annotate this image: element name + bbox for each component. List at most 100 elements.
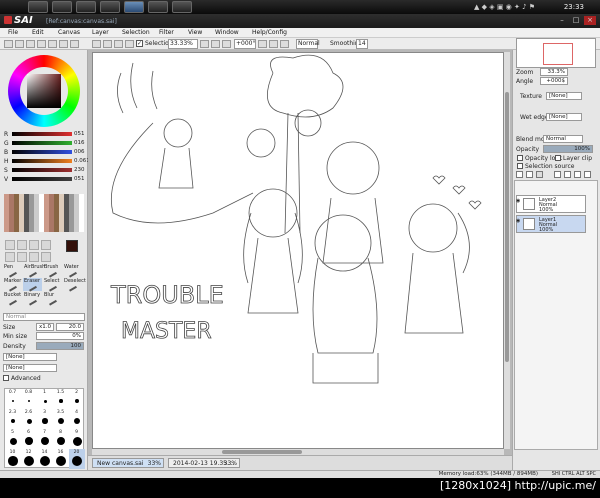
tool-bucket[interactable]: Bucket bbox=[3, 292, 22, 306]
magic-wand-icon[interactable] bbox=[29, 240, 39, 250]
maximize-icon[interactable]: □ bbox=[570, 16, 582, 25]
tool-water[interactable]: Water bbox=[63, 264, 82, 278]
slider-v-value[interactable]: 051 bbox=[74, 176, 85, 182]
tool-deselect[interactable]: Deselect bbox=[63, 278, 86, 292]
menu-file[interactable]: File bbox=[8, 29, 18, 36]
slider-r-value[interactable]: 051 bbox=[74, 131, 85, 137]
slider-v-track[interactable] bbox=[12, 177, 72, 181]
tool-airbrush[interactable]: AirBrush bbox=[23, 264, 45, 278]
tray-icons[interactable]: ▲ ◆ ◈ ▣ ◉ ✦ ♪ ⚑ bbox=[474, 3, 535, 11]
rotate-icon[interactable] bbox=[17, 252, 27, 262]
taskbar-app-4[interactable] bbox=[100, 1, 120, 13]
close-icon[interactable]: × bbox=[584, 16, 596, 25]
rect-select-icon[interactable] bbox=[5, 240, 15, 250]
drawing-canvas[interactable]: TROUBLE MASTER bbox=[92, 52, 504, 449]
blend-mode-select[interactable]: Normal bbox=[543, 135, 583, 143]
texture-select-1[interactable]: [None] bbox=[3, 353, 57, 361]
brush-size-cell[interactable]: 5 bbox=[5, 429, 21, 449]
new-layer-icon[interactable] bbox=[516, 171, 523, 178]
tool-pen[interactable]: Pen bbox=[3, 264, 22, 278]
brush-size-cell[interactable]: 14 bbox=[37, 449, 53, 469]
menu-filter[interactable]: Filter bbox=[159, 29, 174, 36]
blend-select[interactable]: Normal bbox=[296, 39, 320, 49]
brush-size-cell[interactable]: 20 bbox=[69, 449, 85, 469]
color-swatches[interactable] bbox=[4, 194, 84, 232]
move-icon[interactable] bbox=[41, 240, 51, 250]
canvas-vertical-scrollbar[interactable] bbox=[504, 52, 510, 449]
angle-field[interactable]: +000° bbox=[234, 39, 256, 49]
brush-size-cell[interactable]: 3.5 bbox=[53, 409, 69, 429]
new-linework-layer-icon[interactable] bbox=[526, 171, 533, 178]
canvas-tab[interactable]: New canvas.sai 33% bbox=[92, 458, 164, 468]
menu-edit[interactable]: Edit bbox=[32, 29, 44, 36]
scrollbar-thumb[interactable] bbox=[222, 450, 302, 454]
slider-s-value[interactable]: 230 bbox=[74, 167, 85, 173]
taskbar-app-sai[interactable] bbox=[124, 1, 144, 13]
size-field[interactable]: 20.0 bbox=[56, 323, 84, 331]
brush-size-cell[interactable]: 3 bbox=[37, 409, 53, 429]
rotate-reset-icon[interactable] bbox=[280, 40, 289, 48]
clear-layer-icon[interactable] bbox=[574, 171, 581, 178]
menu-view[interactable]: View bbox=[188, 29, 202, 36]
brush-size-cell[interactable]: 8 bbox=[53, 429, 69, 449]
brush-size-cell[interactable]: 7 bbox=[37, 429, 53, 449]
layer-texture-select[interactable]: [None] bbox=[546, 92, 582, 100]
brush-size-cell[interactable]: 9 bbox=[69, 429, 85, 449]
saturation-value-square[interactable] bbox=[27, 74, 61, 108]
brush-size-cell[interactable]: 0.8 bbox=[21, 389, 37, 409]
menu-help-config[interactable]: Help/Config bbox=[252, 29, 287, 36]
zoom-in-icon[interactable] bbox=[211, 40, 220, 48]
delete-layer-icon[interactable] bbox=[584, 171, 591, 178]
size-multiplier[interactable]: x1.0 bbox=[36, 323, 54, 331]
slider-h-track[interactable] bbox=[12, 159, 72, 163]
brush-size-cell[interactable]: 16 bbox=[53, 449, 69, 469]
min-size-field[interactable]: 0% bbox=[36, 332, 84, 340]
slider-b-track[interactable] bbox=[12, 150, 72, 154]
density-field[interactable]: 100 bbox=[36, 342, 84, 350]
layer-item[interactable]: ◉ Layer2 Normal 100% bbox=[516, 195, 586, 213]
tool-eraser[interactable]: Eraser bbox=[23, 278, 42, 292]
brush-size-cell[interactable]: 12 bbox=[21, 449, 37, 469]
taskbar-app-3[interactable] bbox=[76, 1, 96, 13]
opacity-field[interactable]: 100% bbox=[543, 145, 593, 153]
taskbar-app-2[interactable] bbox=[52, 1, 72, 13]
layer-visibility-icon[interactable]: ◉ bbox=[516, 218, 521, 224]
deselect-icon[interactable] bbox=[114, 40, 123, 48]
menu-window[interactable]: Window bbox=[215, 29, 239, 36]
layer-visibility-icon[interactable]: ◉ bbox=[516, 198, 521, 204]
slider-s-track[interactable] bbox=[12, 168, 72, 172]
tool-blur[interactable]: Blur bbox=[43, 292, 62, 306]
brush-size-cell[interactable]: 2 bbox=[69, 389, 85, 409]
invert-selection-icon[interactable] bbox=[125, 40, 134, 48]
slider-r-track[interactable] bbox=[12, 132, 72, 136]
brush-size-cell[interactable]: 10 bbox=[5, 449, 21, 469]
merge-down-icon[interactable] bbox=[564, 171, 571, 178]
clock[interactable]: 23:33 bbox=[564, 3, 584, 11]
slider-g-value[interactable]: 016 bbox=[74, 140, 85, 146]
tool-brush[interactable]: Brush bbox=[43, 264, 62, 278]
transfer-down-icon[interactable] bbox=[554, 171, 561, 178]
minimize-icon[interactable]: – bbox=[556, 16, 568, 25]
tool-select[interactable]: Select bbox=[43, 278, 62, 292]
smoothing-field[interactable]: 14 bbox=[356, 39, 368, 49]
navigator-preview[interactable] bbox=[516, 38, 596, 68]
taskbar-app-6[interactable] bbox=[148, 1, 168, 13]
tool-binary[interactable]: Binary bbox=[23, 292, 42, 306]
tool-marker[interactable]: Marker bbox=[3, 278, 22, 292]
redo-icon[interactable] bbox=[103, 40, 112, 48]
lasso-icon[interactable] bbox=[17, 240, 27, 250]
layer-clip-checkbox[interactable] bbox=[555, 155, 561, 161]
layer-item[interactable]: ◉ Layer1 Normal 100% bbox=[516, 215, 586, 233]
navigator-viewport[interactable] bbox=[543, 43, 573, 65]
current-color-swatch[interactable] bbox=[66, 240, 78, 252]
brush-size-cell[interactable]: 1 bbox=[37, 389, 53, 409]
eyedropper-icon[interactable] bbox=[41, 252, 51, 262]
zoom-reset-icon[interactable] bbox=[222, 40, 231, 48]
brush-size-cell[interactable]: 2.3 bbox=[5, 409, 21, 429]
undo-icon[interactable] bbox=[92, 40, 101, 48]
slider-b-value[interactable]: 006 bbox=[74, 149, 85, 155]
zoom-out-icon[interactable] bbox=[200, 40, 209, 48]
advanced-checkbox[interactable] bbox=[3, 375, 9, 381]
new-folder-icon[interactable] bbox=[536, 171, 543, 178]
zoom-icon[interactable] bbox=[5, 252, 15, 262]
